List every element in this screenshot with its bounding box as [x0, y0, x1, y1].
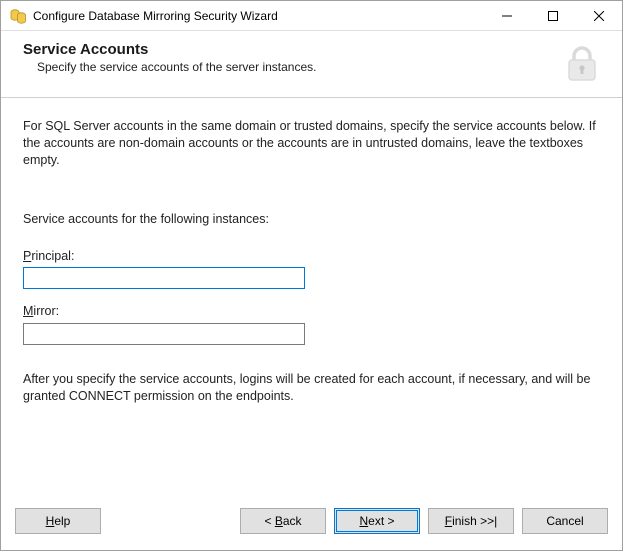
cancel-button[interactable]: Cancel	[522, 508, 608, 534]
principal-field: Principal:	[23, 248, 600, 290]
page-title: Service Accounts	[23, 41, 550, 58]
wizard-content: For SQL Server accounts in the same doma…	[1, 98, 622, 496]
help-button[interactable]: Help	[15, 508, 101, 534]
mirror-label: Mirror:	[23, 303, 600, 320]
finish-button[interactable]: Finish >>|	[428, 508, 514, 534]
back-button[interactable]: < Back	[240, 508, 326, 534]
mirror-input[interactable]	[23, 323, 305, 345]
window-controls	[484, 1, 622, 30]
window-title: Configure Database Mirroring Security Wi…	[33, 9, 484, 23]
instances-label: Service accounts for the following insta…	[23, 211, 600, 228]
lock-icon	[560, 41, 604, 85]
principal-input[interactable]	[23, 267, 305, 289]
mirror-field: Mirror:	[23, 303, 600, 345]
minimize-button[interactable]	[484, 1, 530, 30]
maximize-button[interactable]	[530, 1, 576, 30]
wizard-header: Service Accounts Specify the service acc…	[1, 31, 622, 98]
wizard-window: Configure Database Mirroring Security Wi…	[0, 0, 623, 551]
button-row: Help < Back Next > Finish >>| Cancel	[1, 496, 622, 550]
next-button[interactable]: Next >	[334, 508, 420, 534]
principal-label: Principal:	[23, 248, 600, 265]
close-button[interactable]	[576, 1, 622, 30]
titlebar: Configure Database Mirroring Security Wi…	[1, 1, 622, 31]
after-text: After you specify the service accounts, …	[23, 371, 600, 405]
app-icon	[9, 7, 27, 25]
intro-text: For SQL Server accounts in the same doma…	[23, 118, 600, 169]
page-subtitle: Specify the service accounts of the serv…	[23, 60, 550, 74]
